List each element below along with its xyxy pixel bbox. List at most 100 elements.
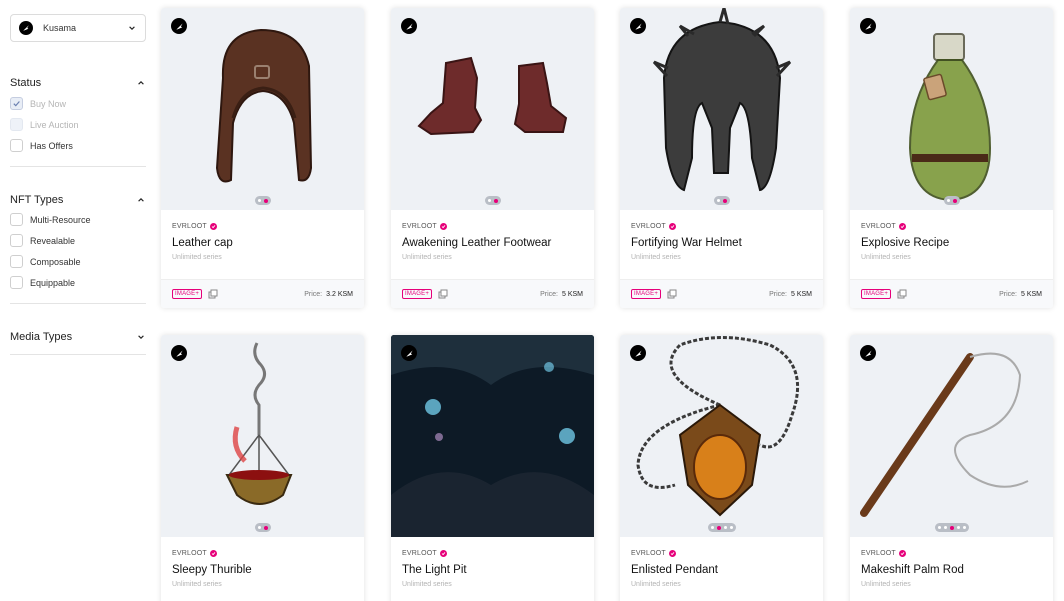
collection-name[interactable]: EVRLOOT xyxy=(861,550,1042,557)
nft-series: Unlimited series xyxy=(861,254,911,261)
chain-selector[interactable]: Kusama xyxy=(10,14,146,42)
nft-name[interactable]: Leather cap xyxy=(172,237,353,249)
media-types-filter-header[interactable]: Media Types xyxy=(10,330,146,344)
nft-type-option-label: Equippable xyxy=(30,277,76,288)
checkbox[interactable] xyxy=(10,255,23,268)
media-type-tag: IMAGE+ xyxy=(402,289,433,299)
nft-series: Unlimited series xyxy=(172,254,222,261)
nft-type-option-revealable[interactable]: Revealable xyxy=(10,230,146,251)
nft-media[interactable] xyxy=(620,8,823,210)
nft-name[interactable]: Enlisted Pendant xyxy=(631,564,812,576)
collection-name[interactable]: EVRLOOT xyxy=(861,223,1042,230)
chain-badge-icon xyxy=(630,345,646,361)
chain-badge-icon xyxy=(401,345,417,361)
nft-name[interactable]: The Light Pit xyxy=(402,564,583,576)
carousel-dots[interactable] xyxy=(254,196,271,205)
collection-name[interactable]: EVRLOOT xyxy=(631,223,812,230)
nft-types-filter: NFT Types Multi-Resource Revealable Comp… xyxy=(10,193,146,304)
nft-type-option-label: Revealable xyxy=(30,235,76,246)
nft-card[interactable]: EVRLOOT Awakening Leather Footwear Unlim… xyxy=(391,8,594,308)
check-icon xyxy=(13,101,20,107)
nft-info: EVRLOOT Enlisted Pendant Unlimited serie… xyxy=(620,537,823,601)
carousel-dots[interactable] xyxy=(713,196,730,205)
nft-media[interactable] xyxy=(850,8,1053,210)
multi-resource-icon xyxy=(897,289,907,299)
nft-card[interactable]: EVRLOOT Sleepy Thurible Unlimited series xyxy=(161,335,364,601)
nft-card[interactable]: EVRLOOT Makeshift Palm Rod Unlimited ser… xyxy=(850,335,1053,601)
nft-media[interactable] xyxy=(850,335,1053,537)
carousel-dots[interactable] xyxy=(934,523,969,532)
carousel-dots[interactable] xyxy=(707,523,736,532)
nft-card[interactable]: EVRLOOT The Light Pit Unlimited series xyxy=(391,335,594,601)
nft-info: EVRLOOT Leather cap Unlimited series xyxy=(161,210,364,280)
status-option-live-auction[interactable]: Live Auction xyxy=(10,114,146,135)
chevron-up-icon[interactable] xyxy=(136,78,146,88)
nft-card[interactable]: EVRLOOT Explosive Recipe Unlimited serie… xyxy=(850,8,1053,308)
checkbox[interactable] xyxy=(10,276,23,289)
nft-series: Unlimited series xyxy=(631,581,681,588)
collection-name[interactable]: EVRLOOT xyxy=(402,223,583,230)
nft-name[interactable]: Makeshift Palm Rod xyxy=(861,564,1042,576)
carousel-dots[interactable] xyxy=(484,196,501,205)
nft-card[interactable]: EVRLOOT Enlisted Pendant Unlimited serie… xyxy=(620,335,823,601)
nft-type-option-composable[interactable]: Composable xyxy=(10,251,146,272)
status-filter-header[interactable]: Status xyxy=(10,76,146,90)
media-type-tag: IMAGE+ xyxy=(631,289,662,299)
nft-type-option-multi-resource[interactable]: Multi-Resource xyxy=(10,209,146,230)
verified-icon xyxy=(209,550,217,557)
pendant-image xyxy=(636,336,800,517)
chain-badge-icon xyxy=(860,345,876,361)
nft-series: Unlimited series xyxy=(402,581,452,588)
nft-type-option-equippable[interactable]: Equippable xyxy=(10,272,146,293)
media-types-filter: Media Types xyxy=(10,330,146,355)
checkbox[interactable] xyxy=(10,118,23,131)
nft-media[interactable] xyxy=(391,335,594,537)
nft-name[interactable]: Sleepy Thurible xyxy=(172,564,353,576)
status-option-buy-now[interactable]: Buy Now xyxy=(10,93,146,114)
nft-media[interactable] xyxy=(161,8,364,210)
nft-name[interactable]: Awakening Leather Footwear xyxy=(402,237,583,249)
checkbox[interactable] xyxy=(10,139,23,152)
media-type-tag: IMAGE+ xyxy=(172,289,203,299)
nft-card[interactable]: EVRLOOT Leather cap Unlimited series IMA… xyxy=(161,8,364,308)
checkbox[interactable] xyxy=(10,97,23,110)
nft-info: EVRLOOT Fortifying War Helmet Unlimited … xyxy=(620,210,823,280)
nft-name[interactable]: Explosive Recipe xyxy=(861,237,1042,249)
nft-footer: IMAGE+ Price: 5 KSM xyxy=(620,280,823,308)
collection-name[interactable]: EVRLOOT xyxy=(631,550,812,557)
nft-card[interactable]: EVRLOOT Fortifying War Helmet Unlimited … xyxy=(620,8,823,308)
status-option-label: Buy Now xyxy=(30,98,67,109)
nft-name[interactable]: Fortifying War Helmet xyxy=(631,237,812,249)
verified-icon xyxy=(439,550,447,557)
nft-info: EVRLOOT Explosive Recipe Unlimited serie… xyxy=(850,210,1053,280)
collection-name[interactable]: EVRLOOT xyxy=(172,550,353,557)
nft-footer: IMAGE+ Price: 3.2 KSM xyxy=(161,280,364,308)
verified-icon xyxy=(898,223,906,230)
collection-name[interactable]: EVRLOOT xyxy=(172,223,353,230)
nft-media[interactable] xyxy=(161,335,364,537)
multi-resource-icon xyxy=(208,289,218,299)
carousel-dots[interactable] xyxy=(943,196,960,205)
nft-media[interactable] xyxy=(391,8,594,210)
price: Price: 5 KSM xyxy=(769,290,812,298)
status-option-label: Live Auction xyxy=(30,119,79,130)
chevron-down-icon[interactable] xyxy=(136,332,146,342)
chain-badge-icon xyxy=(630,18,646,34)
media-types-filter-title: Media Types xyxy=(10,331,73,343)
status-option-has-offers[interactable]: Has Offers xyxy=(10,135,146,156)
verified-icon xyxy=(668,223,676,230)
nft-info: EVRLOOT The Light Pit Unlimited series xyxy=(391,537,594,601)
collection-name[interactable]: EVRLOOT xyxy=(402,550,583,557)
nft-media[interactable] xyxy=(620,335,823,537)
media-type-tag: IMAGE+ xyxy=(861,289,892,299)
checkbox[interactable] xyxy=(10,234,23,247)
status-filter-title: Status xyxy=(10,77,42,89)
chevron-up-icon[interactable] xyxy=(136,195,146,205)
chevron-down-icon xyxy=(127,23,137,33)
carousel-dots[interactable] xyxy=(254,523,271,532)
leather-footwear-image xyxy=(417,56,568,136)
verified-icon xyxy=(439,223,447,230)
nft-types-filter-header[interactable]: NFT Types xyxy=(10,193,146,207)
checkbox[interactable] xyxy=(10,213,23,226)
nft-info: EVRLOOT Sleepy Thurible Unlimited series xyxy=(161,537,364,601)
